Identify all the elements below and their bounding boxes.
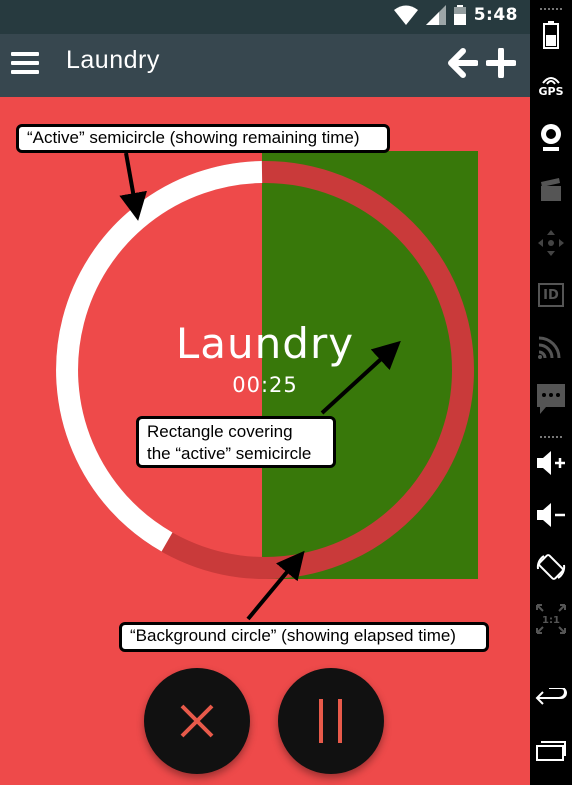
sidebar-cast[interactable]	[530, 330, 572, 362]
callout-rectangle-line1: Rectangle covering	[147, 422, 293, 441]
gps-icon	[542, 76, 560, 85]
signal-icon	[425, 5, 446, 25]
sidebar-id[interactable]: ID	[530, 280, 572, 310]
sidebar-divider	[540, 8, 562, 10]
callout-active-semicircle: “Active” semicircle (showing remaining t…	[16, 124, 390, 153]
arrow-background	[246, 550, 305, 621]
sidebar-rotate[interactable]	[530, 550, 572, 584]
sidebar-divider	[540, 436, 562, 438]
callout-rectangle: Rectangle covering the “active” semicirc…	[136, 416, 336, 468]
wifi-icon	[393, 5, 418, 25]
close-icon	[180, 704, 214, 738]
emulator-sidebar: GPS ID 1:1	[530, 0, 572, 785]
dpad-icon	[538, 230, 564, 256]
battery-icon	[453, 5, 466, 25]
app-bar: Laundry	[0, 34, 530, 97]
sidebar-screenrecord[interactable]	[530, 175, 572, 205]
scale-label: 1:1	[542, 615, 560, 626]
callout-background-circle: “Background circle” (showing elapsed tim…	[119, 622, 489, 652]
clapperboard-icon	[541, 178, 561, 201]
arrow-rectangle	[320, 340, 401, 415]
callout-background-text: “Background circle” (showing elapsed tim…	[130, 626, 456, 645]
sidebar-volume-down[interactable]	[530, 500, 572, 530]
rotate-icon	[536, 554, 566, 580]
timer-screen: Laundry 00:25 “Active” semicircle (showi…	[0, 97, 530, 785]
sidebar-gps[interactable]: GPS	[530, 68, 572, 102]
id-icon: ID	[538, 283, 564, 307]
battery-icon	[543, 21, 559, 49]
id-label: ID	[543, 287, 559, 303]
volume-down-icon	[537, 503, 565, 527]
status-bar: 5:48	[0, 0, 530, 34]
recents-icon	[536, 741, 566, 761]
pause-icon	[319, 699, 342, 743]
app-bar-actions	[448, 48, 516, 78]
sidebar-recents[interactable]	[530, 735, 572, 765]
scale-icon: 1:1	[536, 604, 566, 634]
callout-active-text: “Active” semicircle (showing remaining t…	[27, 128, 360, 147]
sidebar-dpad[interactable]	[530, 228, 572, 258]
menu-icon[interactable]	[11, 52, 39, 74]
arrow-active	[119, 152, 147, 221]
plus-icon[interactable]	[486, 48, 516, 78]
status-icons: 5:48	[393, 5, 518, 25]
back-icon	[535, 688, 567, 705]
arrow-left-icon[interactable]	[448, 48, 478, 78]
sidebar-back[interactable]	[530, 683, 572, 713]
webcam-icon	[541, 124, 561, 151]
status-time: 5:48	[473, 5, 518, 25]
gps-label: GPS	[538, 84, 564, 98]
sidebar-sms[interactable]	[530, 382, 572, 416]
volume-up-icon	[537, 451, 565, 475]
sidebar-webcam[interactable]	[530, 120, 572, 154]
pause-button[interactable]	[278, 668, 384, 774]
cast-icon	[538, 336, 561, 359]
sms-icon	[537, 384, 565, 414]
sidebar-battery[interactable]	[530, 20, 572, 50]
app-title: Laundry	[66, 46, 160, 74]
sidebar-volume-up[interactable]	[530, 448, 572, 478]
callout-rectangle-line2: the “active” semicircle	[147, 444, 312, 463]
cancel-button[interactable]	[144, 668, 250, 774]
sidebar-scale[interactable]: 1:1	[530, 602, 572, 636]
